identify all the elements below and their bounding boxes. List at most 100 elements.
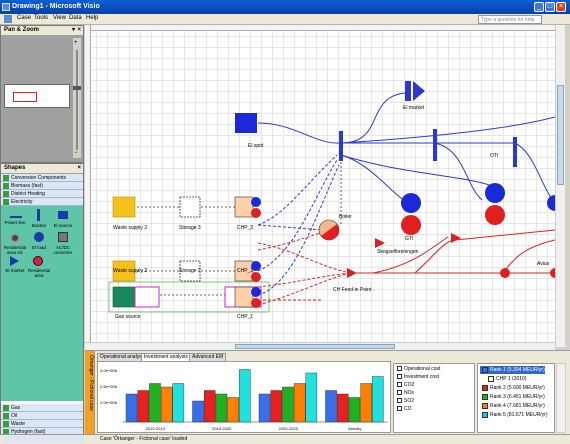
busbar-icon[interactable] <box>37 209 40 221</box>
el-market-bar[interactable] <box>405 81 411 101</box>
residential-elc-icon[interactable] <box>10 233 20 243</box>
heat-node[interactable] <box>500 268 510 278</box>
legend-item[interactable]: SO2 <box>397 398 414 405</box>
help-search-input[interactable]: Type a question for help <box>478 15 542 24</box>
connection-line[interactable] <box>340 154 496 188</box>
chp1-el-port[interactable] <box>251 287 261 297</box>
rank-item[interactable]: Rank 5 (81.671 MEUR/yr) <box>480 411 548 419</box>
drawing-canvas[interactable]: El market El spot Boiler Skogselforening… <box>85 25 555 347</box>
shapes-category[interactable]: District Heating <box>1 190 83 198</box>
panel-close-icon[interactable]: × <box>77 26 81 35</box>
legend-checkbox[interactable] <box>397 366 402 372</box>
page-tab[interactable] <box>4 436 84 443</box>
busbar[interactable] <box>339 131 343 161</box>
shapes-category[interactable]: Biomass (fast) <box>1 182 83 190</box>
legend-item[interactable]: Investment cost <box>397 374 439 381</box>
busbar[interactable] <box>513 137 517 167</box>
legend-item[interactable]: CO <box>397 406 412 413</box>
oti-el-load[interactable] <box>485 183 505 203</box>
el-market-icon[interactable] <box>413 81 425 101</box>
heat-arrow[interactable] <box>347 268 357 278</box>
shapes-close-icon[interactable]: × <box>77 164 81 173</box>
case-side-tab[interactable]: Örkanger - Fictional case <box>85 351 95 435</box>
hscroll-thumb[interactable] <box>235 344 395 349</box>
shapes-category[interactable]: Conversion Components <box>1 174 83 182</box>
avius-el-load[interactable] <box>547 195 555 211</box>
el-load-icon[interactable] <box>34 232 44 242</box>
heat-arrow[interactable] <box>451 233 461 243</box>
minimize-button[interactable]: _ <box>534 2 544 12</box>
connection-line[interactable] <box>257 154 338 226</box>
residential-area-icon[interactable] <box>33 256 43 266</box>
ranks-scrollbar[interactable] <box>556 363 566 433</box>
connection-line[interactable] <box>340 92 406 144</box>
menu-tools[interactable]: Tools <box>34 15 48 21</box>
zoom-thumb[interactable] <box>73 86 81 90</box>
rank-item[interactable]: Rank 1 (5.394 MEUR/yr) <box>480 366 545 374</box>
shapes-category[interactable]: Gas <box>1 404 83 412</box>
acdc-converter-icon[interactable] <box>58 232 68 242</box>
chp3-el-port[interactable] <box>251 197 261 207</box>
legend-checkbox[interactable] <box>397 390 402 396</box>
vertical-scrollbar[interactable] <box>555 25 565 347</box>
menu-data[interactable]: Data <box>69 15 82 21</box>
zoom-in-icon[interactable]: + <box>74 40 78 46</box>
legend-item[interactable]: NOx <box>397 390 414 397</box>
horizontal-scrollbar[interactable] <box>85 342 555 350</box>
maximize-button[interactable]: □ <box>545 2 555 12</box>
connection-line[interactable] <box>372 236 449 274</box>
rank-item[interactable]: Rank 4 (7.681 MEUR/yr) <box>480 402 545 410</box>
doc-icon[interactable] <box>4 15 12 23</box>
tab-advanced-em[interactable]: Advanced EM <box>189 353 227 361</box>
connection-line[interactable] <box>340 116 555 144</box>
vscroll-thumb[interactable] <box>557 85 564 185</box>
gti-el-load[interactable] <box>401 193 421 213</box>
connection-line[interactable] <box>257 242 351 274</box>
viewport-rect[interactable] <box>13 92 37 102</box>
connection-line[interactable] <box>514 142 555 204</box>
el-spot-source[interactable] <box>235 113 257 133</box>
legend-checkbox[interactable] <box>397 374 402 380</box>
legend-checkbox[interactable] <box>397 382 402 388</box>
storage-3[interactable] <box>179 196 201 218</box>
chp-1[interactable] <box>234 286 254 308</box>
gti-heat-load[interactable] <box>401 215 421 235</box>
gas-source-selected[interactable] <box>134 286 160 308</box>
power-line-icon[interactable] <box>10 216 22 218</box>
oti-heat-load[interactable] <box>485 205 505 225</box>
pan-zoom-thumbnail[interactable] <box>4 84 70 108</box>
panel-menu-icon[interactable]: ▾ <box>72 26 75 35</box>
connection-line[interactable] <box>257 272 351 288</box>
connection-line[interactable] <box>434 142 483 201</box>
menu-case[interactable]: Case <box>17 15 31 21</box>
connection-line[interactable] <box>257 224 324 231</box>
connection-line[interactable] <box>257 229 329 251</box>
gas-source[interactable] <box>112 286 136 308</box>
chp-3[interactable] <box>234 196 254 218</box>
connection-line[interactable] <box>454 229 555 241</box>
chp3-heat-port[interactable] <box>251 208 261 218</box>
el-source-icon[interactable] <box>58 211 68 219</box>
waste-supply-3[interactable] <box>112 196 136 218</box>
legend-item[interactable]: Operational cost <box>397 366 440 373</box>
zoom-out-icon[interactable]: − <box>74 150 78 156</box>
tab-investment[interactable]: Investment analysis <box>141 353 191 361</box>
legend-item[interactable]: CO2 <box>397 382 414 389</box>
rank-item[interactable]: CHP 1 (2010) <box>480 375 526 383</box>
menu-view[interactable]: View <box>53 15 66 21</box>
zoom-slider[interactable]: + − <box>73 38 81 158</box>
close-button[interactable]: × <box>556 2 566 12</box>
connection-line[interactable] <box>502 239 555 274</box>
connection-line[interactable] <box>414 239 456 274</box>
rank-item[interactable]: Rank 2 (5.600 MEUR/yr) <box>480 384 545 392</box>
busbar[interactable] <box>433 129 437 161</box>
rank-item[interactable]: Rank 3 (6.451 MEUR/yr) <box>480 393 545 401</box>
heat-arrow[interactable] <box>375 238 385 248</box>
shapes-category[interactable]: Waste <box>1 420 83 428</box>
legend-checkbox[interactable] <box>397 398 402 404</box>
shapes-category[interactable]: Electricity <box>1 198 83 206</box>
legend-checkbox[interactable] <box>397 406 402 412</box>
chp1-heat-port[interactable] <box>251 298 261 308</box>
menu-help[interactable]: Help <box>86 15 98 21</box>
connection-line[interactable] <box>257 122 342 144</box>
